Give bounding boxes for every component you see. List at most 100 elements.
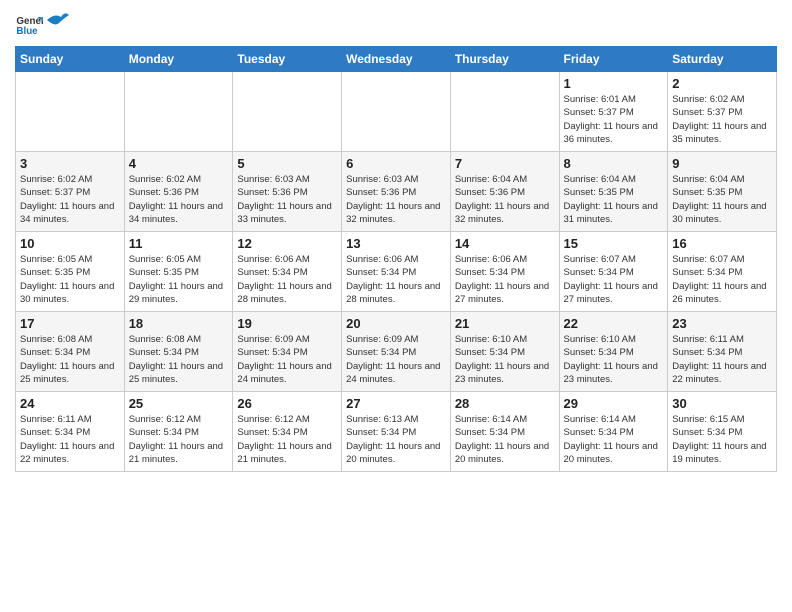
day-number: 23 [672,316,772,331]
calendar-cell: 9 Sunrise: 6:04 AM Sunset: 5:35 PM Daylig… [668,152,777,232]
calendar-cell: 4 Sunrise: 6:02 AM Sunset: 5:36 PM Daylig… [124,152,233,232]
calendar-cell: 26 Sunrise: 6:12 AM Sunset: 5:34 PM Dayli… [233,392,342,472]
calendar-cell: 13 Sunrise: 6:06 AM Sunset: 5:34 PM Dayli… [342,232,451,312]
week-row-3: 10 Sunrise: 6:05 AM Sunset: 5:35 PM Dayli… [16,232,777,312]
calendar-cell: 20 Sunrise: 6:09 AM Sunset: 5:34 PM Dayli… [342,312,451,392]
calendar-cell: 27Sunrise: 6:13 AM Sunset: 5:34 PM Dayli… [342,392,451,472]
calendar-cell [342,72,451,152]
weekday-tuesday: Tuesday [233,47,342,72]
day-info: Sunrise: 6:07 AM Sunset: 5:34 PM Dayligh… [672,253,772,306]
day-number: 22 [564,316,664,331]
calendar-cell: 15 Sunrise: 6:07 AM Sunset: 5:34 PM Dayli… [559,232,668,312]
day-number: 27 [346,396,446,411]
day-info: Sunrise: 6:04 AM Sunset: 5:35 PM Dayligh… [672,173,772,226]
calendar-cell: 21Sunrise: 6:10 AM Sunset: 5:34 PM Dayli… [450,312,559,392]
week-row-1: 1 Sunrise: 6:01 AM Sunset: 5:37 PM Daylig… [16,72,777,152]
calendar-cell: 23 Sunrise: 6:11 AM Sunset: 5:34 PM Dayli… [668,312,777,392]
calendar-cell: 29Sunrise: 6:14 AM Sunset: 5:34 PM Dayli… [559,392,668,472]
calendar-cell [450,72,559,152]
calendar-cell: 22 Sunrise: 6:10 AM Sunset: 5:34 PM Dayli… [559,312,668,392]
calendar-cell: 25 Sunrise: 6:12 AM Sunset: 5:34 PM Dayli… [124,392,233,472]
day-info: Sunrise: 6:11 AM Sunset: 5:34 PM Dayligh… [672,333,772,386]
day-number: 4 [129,156,229,171]
calendar-cell: 30 Sunrise: 6:15 AM Sunset: 5:34 PM Dayli… [668,392,777,472]
day-number: 2 [672,76,772,91]
calendar-cell: 3 Sunrise: 6:02 AM Sunset: 5:37 PM Daylig… [16,152,125,232]
day-number: 1 [564,76,664,91]
day-info: Sunrise: 6:02 AM Sunset: 5:36 PM Dayligh… [129,173,229,226]
day-info: Sunrise: 6:02 AM Sunset: 5:37 PM Dayligh… [672,93,772,146]
calendar-cell: 14Sunrise: 6:06 AM Sunset: 5:34 PM Dayli… [450,232,559,312]
calendar-cell: 6 Sunrise: 6:03 AM Sunset: 5:36 PM Daylig… [342,152,451,232]
day-info: Sunrise: 6:10 AM Sunset: 5:34 PM Dayligh… [564,333,664,386]
day-info: Sunrise: 6:03 AM Sunset: 5:36 PM Dayligh… [346,173,446,226]
calendar-cell: 10 Sunrise: 6:05 AM Sunset: 5:35 PM Dayli… [16,232,125,312]
day-info: Sunrise: 6:09 AM Sunset: 5:34 PM Dayligh… [346,333,446,386]
calendar-cell [233,72,342,152]
day-number: 9 [672,156,772,171]
calendar-cell: 18 Sunrise: 6:08 AM Sunset: 5:34 PM Dayli… [124,312,233,392]
day-info: Sunrise: 6:06 AM Sunset: 5:34 PM Dayligh… [346,253,446,306]
day-number: 13 [346,236,446,251]
day-number: 10 [20,236,120,251]
day-info: Sunrise: 6:12 AM Sunset: 5:34 PM Dayligh… [237,413,337,466]
page-container: General Blue SundayMondayTuesdayWednesda… [0,0,792,482]
day-info: Sunrise: 6:12 AM Sunset: 5:34 PM Dayligh… [129,413,229,466]
day-number: 25 [129,396,229,411]
week-row-2: 3 Sunrise: 6:02 AM Sunset: 5:37 PM Daylig… [16,152,777,232]
logo-icon: General Blue [15,10,43,38]
day-number: 6 [346,156,446,171]
day-number: 17 [20,316,120,331]
calendar-cell: 8 Sunrise: 6:04 AM Sunset: 5:35 PM Daylig… [559,152,668,232]
day-info: Sunrise: 6:15 AM Sunset: 5:34 PM Dayligh… [672,413,772,466]
day-info: Sunrise: 6:05 AM Sunset: 5:35 PM Dayligh… [20,253,120,306]
calendar-cell: 1 Sunrise: 6:01 AM Sunset: 5:37 PM Daylig… [559,72,668,152]
day-number: 5 [237,156,337,171]
day-info: Sunrise: 6:09 AM Sunset: 5:34 PM Dayligh… [237,333,337,386]
day-number: 26 [237,396,337,411]
day-number: 15 [564,236,664,251]
logo: General Blue [15,10,69,38]
calendar-cell: 24Sunrise: 6:11 AM Sunset: 5:34 PM Dayli… [16,392,125,472]
calendar-cell: 2 Sunrise: 6:02 AM Sunset: 5:37 PM Daylig… [668,72,777,152]
day-info: Sunrise: 6:01 AM Sunset: 5:37 PM Dayligh… [564,93,664,146]
day-number: 19 [237,316,337,331]
day-info: Sunrise: 6:11 AM Sunset: 5:34 PM Dayligh… [20,413,120,466]
day-number: 28 [455,396,555,411]
day-info: Sunrise: 6:04 AM Sunset: 5:36 PM Dayligh… [455,173,555,226]
day-info: Sunrise: 6:06 AM Sunset: 5:34 PM Dayligh… [455,253,555,306]
day-info: Sunrise: 6:07 AM Sunset: 5:34 PM Dayligh… [564,253,664,306]
day-number: 18 [129,316,229,331]
day-info: Sunrise: 6:03 AM Sunset: 5:36 PM Dayligh… [237,173,337,226]
day-info: Sunrise: 6:14 AM Sunset: 5:34 PM Dayligh… [455,413,555,466]
day-number: 20 [346,316,446,331]
header: General Blue [15,10,777,38]
day-number: 3 [20,156,120,171]
calendar-cell: 16Sunrise: 6:07 AM Sunset: 5:34 PM Dayli… [668,232,777,312]
weekday-wednesday: Wednesday [342,47,451,72]
day-number: 8 [564,156,664,171]
weekday-saturday: Saturday [668,47,777,72]
calendar-cell [16,72,125,152]
calendar-cell: 5 Sunrise: 6:03 AM Sunset: 5:36 PM Daylig… [233,152,342,232]
day-number: 29 [564,396,664,411]
day-info: Sunrise: 6:04 AM Sunset: 5:35 PM Dayligh… [564,173,664,226]
week-row-5: 24Sunrise: 6:11 AM Sunset: 5:34 PM Dayli… [16,392,777,472]
week-row-4: 17 Sunrise: 6:08 AM Sunset: 5:34 PM Dayli… [16,312,777,392]
weekday-monday: Monday [124,47,233,72]
day-number: 11 [129,236,229,251]
calendar-cell: 7 Sunrise: 6:04 AM Sunset: 5:36 PM Daylig… [450,152,559,232]
calendar-table: SundayMondayTuesdayWednesdayThursdayFrid… [15,46,777,472]
calendar-cell: 11 Sunrise: 6:05 AM Sunset: 5:35 PM Dayli… [124,232,233,312]
day-info: Sunrise: 6:06 AM Sunset: 5:34 PM Dayligh… [237,253,337,306]
day-number: 30 [672,396,772,411]
calendar-cell [124,72,233,152]
day-number: 7 [455,156,555,171]
svg-text:Blue: Blue [16,26,38,37]
day-number: 12 [237,236,337,251]
day-info: Sunrise: 6:02 AM Sunset: 5:37 PM Dayligh… [20,173,120,226]
day-info: Sunrise: 6:05 AM Sunset: 5:35 PM Dayligh… [129,253,229,306]
day-info: Sunrise: 6:08 AM Sunset: 5:34 PM Dayligh… [129,333,229,386]
day-info: Sunrise: 6:10 AM Sunset: 5:34 PM Dayligh… [455,333,555,386]
weekday-sunday: Sunday [16,47,125,72]
